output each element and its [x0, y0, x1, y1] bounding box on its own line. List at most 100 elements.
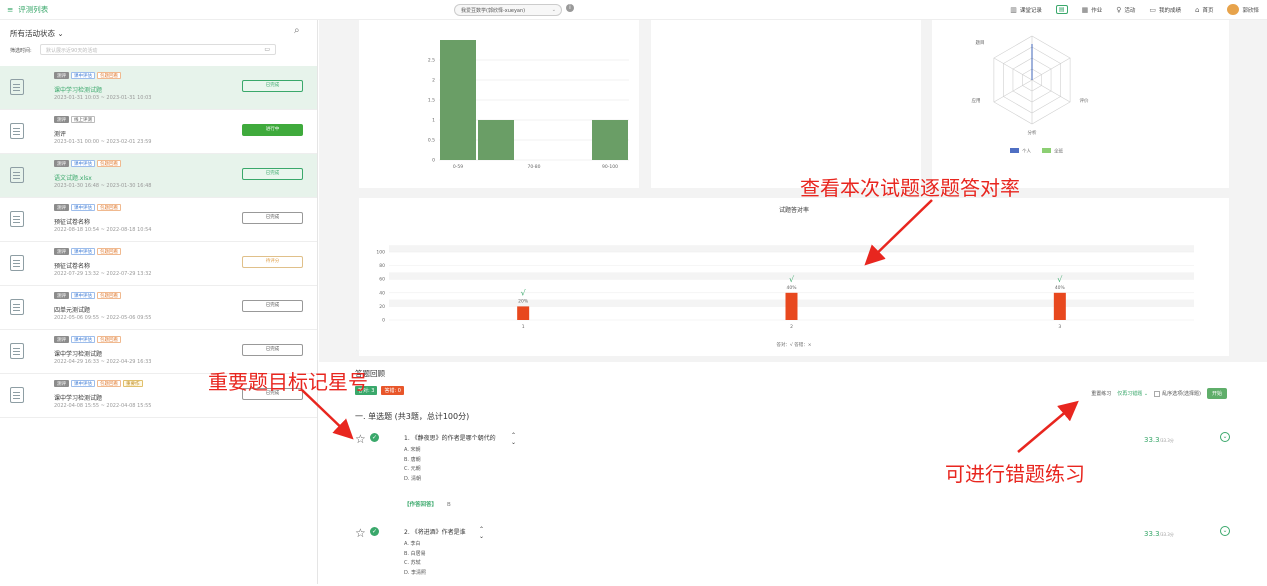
start-practice-button[interactable]: 开始	[1206, 388, 1227, 399]
radar-chart: 评价分析 应用 题目个人 全班	[972, 35, 1089, 155]
y-tick-label: 60	[379, 277, 385, 283]
activity-tag: 测评	[54, 248, 69, 255]
activity-tag: 测评	[54, 204, 69, 211]
activity-status-button[interactable]: 已完成	[242, 168, 303, 180]
activity-tag: 测评	[54, 292, 69, 299]
x-tick-label: 2	[790, 324, 793, 330]
activity-card[interactable]: 测评 课中评估 包题回看 课中学习检测试题 2023-01-31 10:03 ~ 202…	[0, 66, 317, 110]
tag-group: 测评 课中评估 包题回看	[54, 336, 121, 343]
star-icon[interactable]: ☆	[355, 432, 366, 446]
course-select[interactable]: 我爱豆数学(郭欣怿-xueyan) ⌄	[454, 4, 562, 16]
question-item: ☆ ✓ 2. 《将进酒》作者是谁 ⌃ ⌄ A. 李白 B. 白居易 C. 苏轼 D…	[355, 526, 1235, 586]
activity-tag: 测评	[54, 116, 69, 123]
assignment-icon: ▦	[1081, 5, 1089, 14]
y-tick-label: 20	[379, 304, 385, 310]
activity-tag: 包题回看	[97, 336, 121, 343]
tag-group: 测评 课中评估 包题回看	[54, 160, 121, 167]
activity-tag: 课中评估	[71, 204, 95, 211]
scroll-arrows-icon[interactable]: ⌃ ⌄	[479, 526, 484, 540]
menu-icon[interactable]: ≡	[7, 5, 13, 14]
bar-value-label: 20%	[518, 298, 529, 304]
activity-time: 2022-08-18 10:54 ~ 2022-08-18 10:54	[54, 227, 152, 233]
home-icon: ⌂	[1195, 5, 1200, 14]
nav-home[interactable]: ⌂ 首页	[1195, 4, 1213, 15]
y-tick-label: 0	[382, 318, 385, 324]
shuffle-checkbox[interactable]	[1154, 390, 1161, 397]
status-filter[interactable]: 所有活动状态 ⌄	[10, 28, 64, 39]
y-tick-label: 2	[432, 78, 435, 84]
annotation-rate: 查看本次试题逐题答对率	[800, 176, 1020, 200]
nav-user[interactable]: 郭欣怿	[1227, 4, 1259, 15]
nav-evaluation[interactable]: ▤	[1055, 4, 1068, 15]
document-icon	[10, 79, 24, 95]
y-tick-label: 1	[432, 118, 435, 124]
document-icon: ▤	[1055, 5, 1068, 14]
x-tick-label: 90-100	[602, 164, 618, 170]
calendar-icon: ▭	[264, 46, 270, 53]
nav-activity[interactable]: ♀ 活动	[1116, 4, 1135, 15]
info-icon[interactable]: i	[566, 4, 574, 12]
activity-card[interactable]: 测评 线上评测 测评 2023-01-31 00:00 ~ 2023-02-01 23…	[0, 110, 317, 154]
shuffle-option[interactable]: 乱序选项(选择题)	[1154, 390, 1201, 397]
activity-status-button[interactable]: 已完成	[242, 80, 303, 92]
option: C. 元朝	[404, 466, 421, 472]
activity-tag: 测评	[54, 72, 69, 79]
redo-mode-select[interactable]: 仅再习错题 ⌄	[1117, 390, 1148, 397]
radar-axis-label: 评价	[1080, 97, 1089, 104]
document-icon	[10, 211, 24, 227]
activity-status-button[interactable]: 进行中	[242, 124, 303, 136]
nav-homework[interactable]: ▦ 作业	[1082, 4, 1103, 15]
correct-mark: √	[1057, 275, 1063, 284]
legend-label: 个人	[1022, 149, 1031, 155]
option: B. 白居易	[404, 550, 426, 557]
document-icon	[10, 343, 24, 359]
option: A. 李白	[404, 541, 421, 547]
option: C. 苏轼	[404, 560, 421, 566]
correct-check-icon: ✓	[370, 433, 379, 442]
option: B. 唐朝	[404, 456, 421, 463]
activity-status-button[interactable]: 待评分	[242, 256, 303, 268]
radar-axis-label: 题目	[976, 40, 985, 46]
activity-name: 语文试题.xlsx	[54, 175, 92, 182]
tag-group: 测评 课中评估 包题回看	[54, 72, 121, 79]
question-text: 1. 《静夜思》的作者是哪个朝代的	[404, 435, 496, 442]
option: D. 清朝	[404, 475, 422, 482]
filter-label: 筛选时间:	[10, 48, 32, 54]
x-tick-label: 3	[1058, 324, 1061, 330]
tag-group: 测评 课中评估 包题回看 重要作	[54, 380, 143, 387]
building-icon: ▥	[1010, 5, 1017, 14]
activity-tag: 线上评测	[71, 116, 95, 123]
activity-card[interactable]: 测评 课中评估 包题回看 预征试卷名称 2022-08-18 10:54 ~ 2022-…	[0, 198, 317, 242]
y-tick-label: 100	[376, 250, 385, 256]
star-icon[interactable]: ☆	[355, 526, 366, 540]
activity-card[interactable]: 测评 课中评估 包题回看 预征试卷名称 2022-07-29 13:32 ~ 2022-…	[0, 242, 317, 286]
date-filter-input[interactable]: 默认展示近90天的活动 ▭	[40, 44, 276, 55]
top-nav: ▥ 课堂记录 ▤ ▦ 作业 ♀ 活动 ▭ 我的成绩 ⌂ 首页 郭欣怿	[1010, 4, 1259, 15]
activity-status-button[interactable]: 已完成	[242, 212, 303, 224]
scroll-arrows-icon[interactable]: ⌃ ⌄	[511, 432, 516, 446]
nav-grades[interactable]: ▭ 我的成绩	[1149, 4, 1181, 15]
activity-tag: 课中评估	[71, 72, 95, 79]
activity-status-button[interactable]: 已完成	[242, 300, 303, 312]
activity-time: 2023-01-31 10:03 ~ 2023-01-31 10:03	[54, 95, 152, 101]
activity-card[interactable]: 测评 课中评估 包题回看 四单元测试题 2022-05-06 09:55 ~ 2022-…	[0, 286, 317, 330]
activity-tag: 课中评估	[71, 292, 95, 299]
search-icon[interactable]: ⌕	[294, 25, 300, 36]
middle-panel	[651, 20, 921, 188]
grid-band	[389, 245, 1194, 252]
activity-name: 测评	[54, 131, 67, 138]
activity-tag: 包题回看	[97, 204, 121, 211]
tag-group: 测评 线上评测	[54, 116, 95, 123]
legend-label: 全班	[1054, 148, 1063, 155]
activity-status-button[interactable]: 已完成	[242, 344, 303, 356]
expand-icon[interactable]: ⌄	[1220, 526, 1230, 536]
activity-tag: 包题回看	[97, 292, 121, 299]
y-tick-label: 80	[379, 263, 385, 269]
activity-card[interactable]: 测评 课中评估 包题回看 语文试题.xlsx 2023-01-30 16:48 ~ 20…	[0, 154, 317, 198]
nav-classroom[interactable]: ▥ 课堂记录	[1010, 4, 1042, 15]
annotation-star: 重要题目标记星号	[208, 370, 368, 394]
y-tick-label: 2.5	[428, 58, 435, 64]
page-title: ≡ 评测列表	[7, 5, 49, 14]
expand-icon[interactable]: ⌄	[1220, 432, 1230, 442]
tag-group: 测评 课中评估 包题回看	[54, 248, 121, 255]
